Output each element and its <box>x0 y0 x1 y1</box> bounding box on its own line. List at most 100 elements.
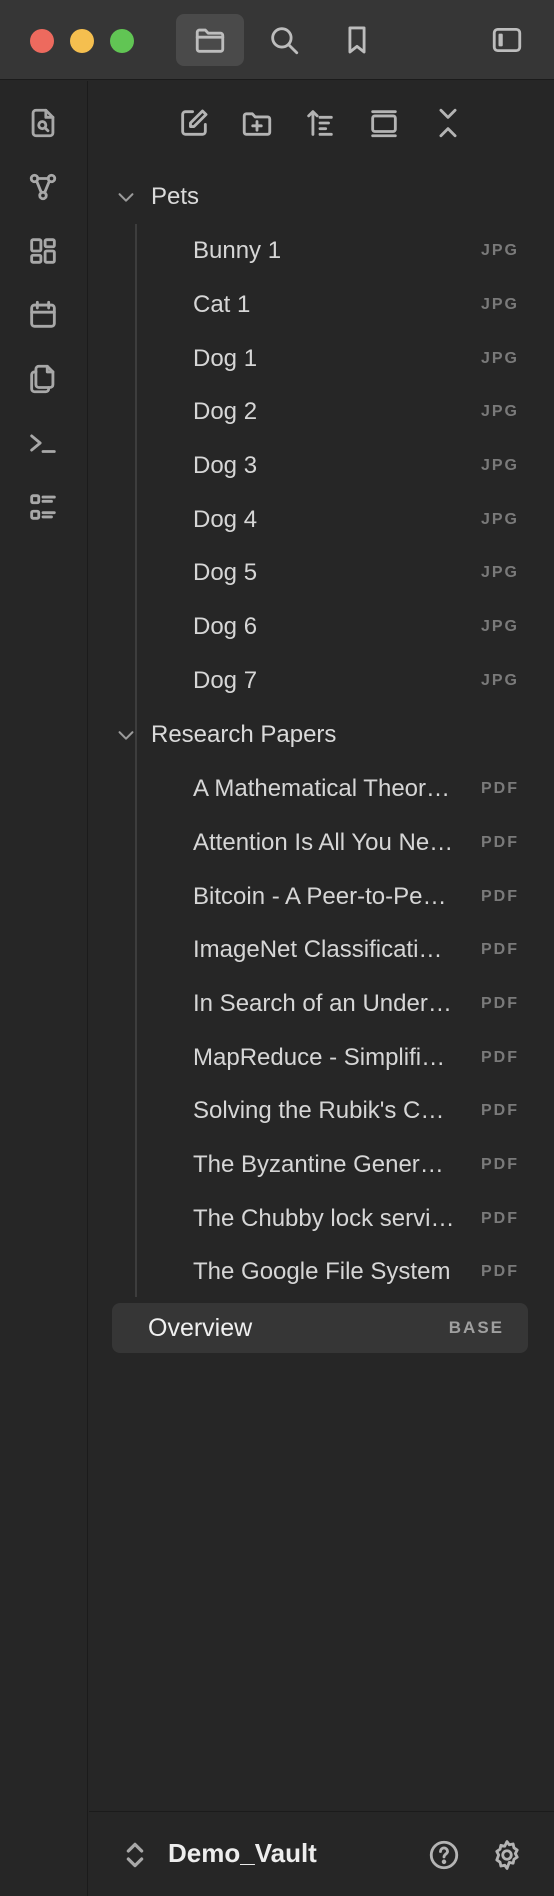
minimize-window-button[interactable] <box>70 29 94 53</box>
file-extension: JPG <box>480 350 519 367</box>
ribbon <box>0 81 88 1896</box>
file-item[interactable]: Dog 6 JPG <box>193 604 533 650</box>
file-extension: BASE <box>448 1318 504 1337</box>
file-item[interactable]: MapReduce - Simplified Data Processing o… <box>193 1035 533 1081</box>
file-item[interactable]: The Byzantine Generals Problem PDF <box>193 1142 533 1188</box>
help-button[interactable] <box>424 1835 464 1875</box>
file-name: Bitcoin - A Peer-to-Peer Electronic Cash… <box>193 883 455 910</box>
file-name: The Byzantine Generals Problem <box>193 1151 455 1178</box>
copy-icon <box>30 364 55 394</box>
zoom-window-button[interactable] <box>110 29 134 53</box>
file-name: Dog 3 <box>193 452 258 479</box>
file-item[interactable]: The Google File System PDF <box>193 1249 533 1295</box>
file-extension: PDF <box>481 888 519 905</box>
file-name: Cat 1 <box>193 291 251 318</box>
ribbon-graph-button[interactable] <box>22 166 64 208</box>
file-name: Dog 7 <box>193 667 258 694</box>
settings-button[interactable] <box>487 1835 527 1875</box>
file-name: Bunny 1 <box>193 237 282 264</box>
file-extension: PDF <box>481 1156 519 1173</box>
folder-pets[interactable]: Pets <box>111 174 531 220</box>
file-extension: PDF <box>481 1263 519 1280</box>
gear-icon <box>495 1840 519 1870</box>
collapse-all-icon <box>439 108 457 138</box>
close-window-button[interactable] <box>30 29 54 53</box>
file-extension: JPG <box>480 403 519 420</box>
file-extension: PDF <box>481 995 519 1012</box>
file-name: In Search of an Understandable Consensus… <box>193 990 455 1017</box>
file-item[interactable]: Dog 2 JPG <box>193 389 533 435</box>
folder-label: Research Papers <box>151 721 337 748</box>
help-icon <box>429 1840 459 1870</box>
file-item[interactable]: The Chubby lock service PDF <box>193 1196 533 1242</box>
ribbon-calendar-button[interactable] <box>22 294 64 336</box>
collapse-all-button[interactable] <box>426 101 470 145</box>
file-extension: PDF <box>481 941 519 958</box>
file-extension: JPG <box>480 564 519 581</box>
sidebar-toggle-button[interactable] <box>473 14 541 66</box>
vault-switcher-button[interactable] <box>123 1838 147 1872</box>
file-extension: JPG <box>480 672 519 689</box>
sort-button[interactable] <box>298 101 342 145</box>
tab-bookmarks[interactable] <box>323 14 391 66</box>
chevron-up-down-icon <box>126 1842 144 1868</box>
file-item[interactable]: A Mathematical Theory of Communication PD… <box>193 766 533 812</box>
file-name: The Google File System <box>193 1258 451 1285</box>
ribbon-list-button[interactable] <box>22 486 64 528</box>
search-icon <box>271 27 299 55</box>
file-name: Dog 5 <box>193 559 258 586</box>
calendar-icon <box>30 300 56 328</box>
ribbon-dashboard-button[interactable] <box>22 230 64 272</box>
file-item-overview[interactable]: Overview BASE <box>112 1303 528 1353</box>
file-item[interactable]: ImageNet Classification with Deep Convol… <box>193 927 533 973</box>
new-folder-icon <box>242 112 272 136</box>
file-item[interactable]: Bunny 1 JPG <box>193 228 533 274</box>
folder-icon <box>195 28 225 53</box>
file-extension: JPG <box>480 618 519 635</box>
file-extension: PDF <box>481 834 519 851</box>
file-item[interactable]: Bitcoin - A Peer-to-Peer Electronic Cash… <box>193 874 533 920</box>
tab-search[interactable] <box>250 14 318 66</box>
folder-label: Pets <box>151 183 200 210</box>
new-folder-button[interactable] <box>235 101 279 145</box>
file-explorer: Pets Bunny 1 JPG Cat 1 JPG Dog 1 JPG Dog 2 J… <box>89 81 554 1896</box>
file-item[interactable]: Dog 4 JPG <box>193 497 533 543</box>
file-search-icon <box>31 108 55 138</box>
file-name: Dog 2 <box>193 398 258 425</box>
chevron-down-icon <box>111 182 145 212</box>
file-item[interactable]: Dog 1 JPG <box>193 336 533 382</box>
file-extension: PDF <box>481 1049 519 1066</box>
folder-research-papers[interactable]: Research Papers <box>111 712 531 758</box>
ribbon-copy-button[interactable] <box>22 358 64 400</box>
file-extension: PDF <box>481 1102 519 1119</box>
file-item[interactable]: Attention Is All You Need PDF <box>193 820 533 866</box>
file-item[interactable]: In Search of an Understandable Consensus… <box>193 981 533 1027</box>
file-name: Overview <box>148 1313 253 1342</box>
auto-reveal-button[interactable] <box>362 101 406 145</box>
ribbon-file-search-button[interactable] <box>22 102 64 144</box>
file-extension: PDF <box>481 780 519 797</box>
tab-files[interactable] <box>176 14 244 66</box>
file-item[interactable]: Dog 7 JPG <box>193 658 533 704</box>
dashboard-icon <box>30 238 56 264</box>
bookmark-icon <box>348 26 366 54</box>
file-extension: JPG <box>480 296 519 313</box>
file-name: Attention Is All You Need <box>193 829 455 856</box>
list-icon <box>30 494 56 520</box>
file-item[interactable]: Solving the Rubik's Cube PDF <box>193 1088 533 1134</box>
auto-reveal-icon <box>371 110 397 138</box>
graph-icon <box>29 173 57 201</box>
sort-icon <box>307 110 333 136</box>
ribbon-terminal-button[interactable] <box>22 422 64 464</box>
file-name: MapReduce - Simplified Data Processing o… <box>193 1044 455 1071</box>
file-item[interactable]: Dog 3 JPG <box>193 443 533 489</box>
vault-name[interactable]: Demo_Vault <box>168 1838 317 1869</box>
file-item[interactable]: Cat 1 JPG <box>193 282 533 328</box>
file-item[interactable]: Dog 5 JPG <box>193 550 533 596</box>
file-name: Dog 6 <box>193 613 258 640</box>
file-extension: JPG <box>480 242 519 259</box>
new-note-button[interactable] <box>172 101 216 145</box>
file-name: The Chubby lock service <box>193 1205 455 1232</box>
file-name: Solving the Rubik's Cube <box>193 1097 455 1124</box>
file-name: A Mathematical Theory of Communication <box>193 775 455 802</box>
